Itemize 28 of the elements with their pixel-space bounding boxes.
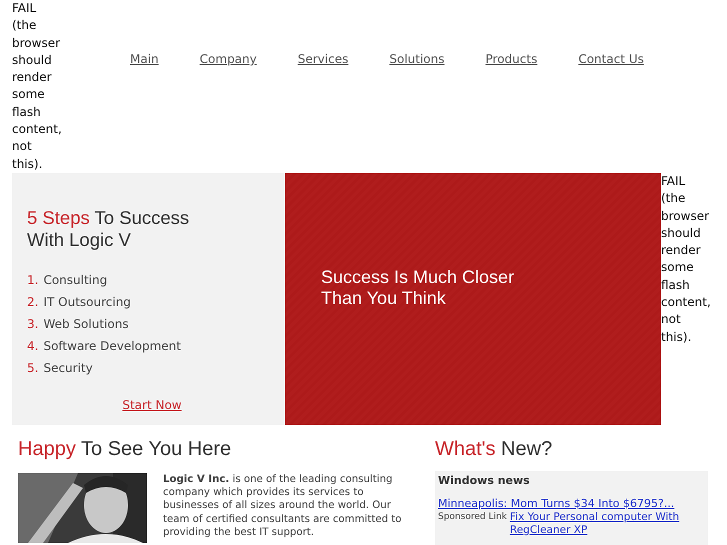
news-link[interactable]: Minneapolis: Mom Turns $34 Into $6795?... <box>438 497 705 511</box>
step-number: 1. <box>27 273 38 287</box>
sponsored-label: Sponsored Link <box>438 511 507 524</box>
nav-link[interactable]: Company <box>200 51 257 68</box>
start-now-link[interactable]: Start Now <box>122 398 182 412</box>
news-box-title: Windows news <box>438 474 531 487</box>
flash-fallback-text: FAIL (the browser should render some flash content, not this). <box>661 173 709 346</box>
step-number: 2. <box>27 295 38 309</box>
steps-title: 5 Steps To Success With Logic V <box>27 207 190 251</box>
step-label: Software Development <box>43 339 181 353</box>
banner-tagline: Success Is Much Closer Than You Think <box>321 267 516 309</box>
section-heading: Happy To See You Here <box>18 437 232 461</box>
intro-paragraph: Logic V Inc. is one of the leading consulting company which provides its services to businesses of all sizes around the world. Our team of certified consultants are committed to providing the best IT support. <box>163 473 403 540</box>
step-number: 4. <box>27 339 38 353</box>
flash-fallback-text: FAIL (the browser should render some flash content, not this). <box>11 0 60 173</box>
step-number: 3. <box>27 317 38 331</box>
step-label: Security <box>43 361 93 375</box>
nav-link[interactable]: Services <box>298 51 348 68</box>
nav-link[interactable]: Products <box>486 51 538 68</box>
section-heading: What's New? <box>435 437 554 461</box>
step-label: Consulting <box>43 273 108 287</box>
nav-link[interactable]: Contact Us <box>578 51 644 68</box>
nav-link[interactable]: Main <box>130 51 159 68</box>
nav-link[interactable]: Solutions <box>389 51 444 68</box>
step-number: 5. <box>27 361 38 375</box>
step-label: IT Outsourcing <box>43 295 131 309</box>
sponsored-link[interactable]: Fix Your Personal computer With RegCleaner XP <box>510 511 705 537</box>
step-label: Web Solutions <box>43 317 129 331</box>
